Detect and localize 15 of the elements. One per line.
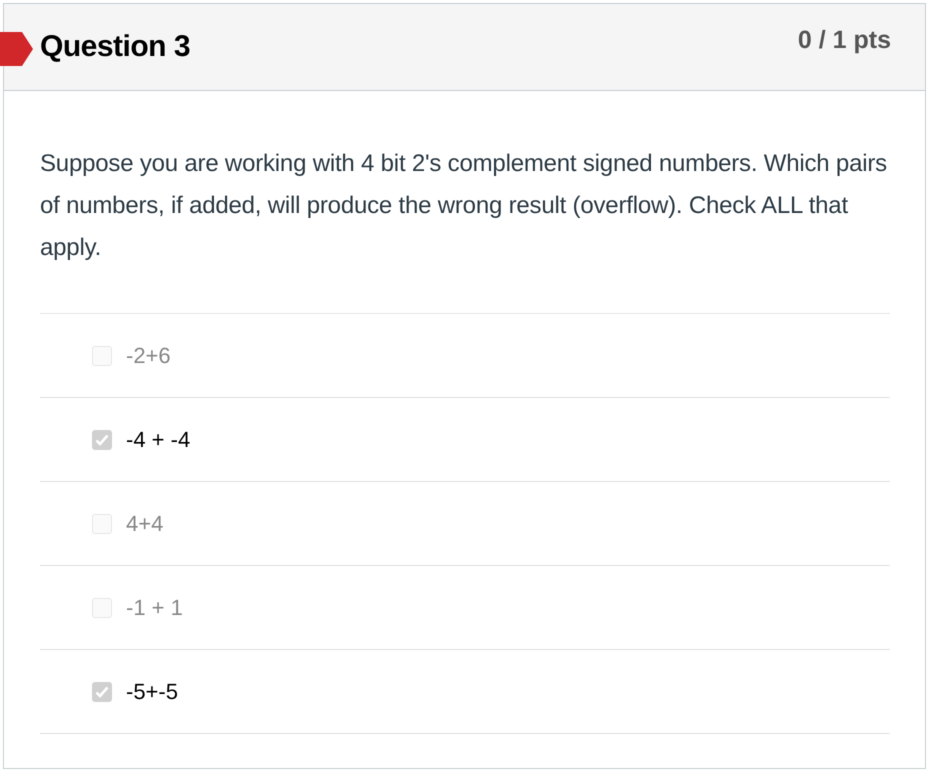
- answer-label: -2+6: [126, 342, 171, 368]
- answer-label: -1 + 1: [126, 594, 183, 620]
- answer-checkbox[interactable]: [92, 682, 112, 702]
- answer-checkbox[interactable]: [92, 598, 112, 618]
- question-title: Question 3: [40, 30, 190, 64]
- checkmark-icon: [95, 434, 109, 446]
- answer-label: -4 + -4: [126, 426, 190, 452]
- answer-label: -5+-5: [126, 678, 178, 704]
- answer-checkbox[interactable]: [92, 430, 112, 450]
- points-score: 0 / 1 pts: [798, 26, 891, 55]
- answer-checkbox[interactable]: [92, 346, 112, 366]
- answer-label: 4+4: [126, 510, 164, 536]
- checkmark-icon: [95, 686, 109, 698]
- answer-checkbox[interactable]: [92, 514, 112, 534]
- question-text: Suppose you are working with 4 bit 2's complement signed numbers. Which pairs of numbers, if added, will produce the wrong result (overflow). Check ALL that apply.: [40, 149, 888, 263]
